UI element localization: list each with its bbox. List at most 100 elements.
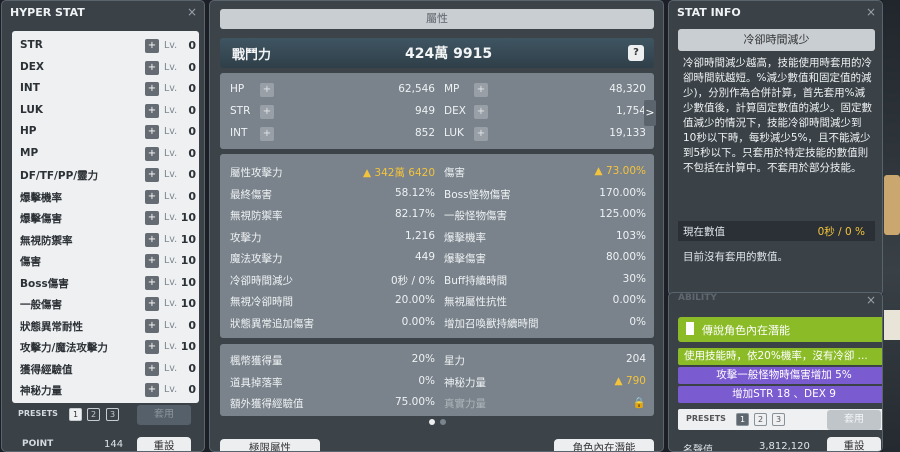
- plus-button[interactable]: +: [145, 275, 159, 290]
- level-label: Lv.: [164, 61, 178, 73]
- help-icon[interactable]: ?: [628, 45, 644, 61]
- plus-button[interactable]: +: [145, 103, 159, 118]
- plus-button[interactable]: +: [145, 189, 159, 204]
- stat-row-right: MP +48,320: [444, 80, 646, 100]
- level-label: Lv.: [164, 319, 178, 331]
- close-icon[interactable]: ×: [866, 293, 876, 307]
- apply-button[interactable]: 套用: [827, 410, 881, 430]
- stat-label: DEX: [444, 105, 466, 117]
- plus-button[interactable]: +: [145, 39, 159, 53]
- stat-label: 傷害: [444, 167, 465, 179]
- stat-value: ▲ 73.00%: [594, 165, 646, 177]
- plus-button[interactable]: +: [145, 60, 159, 75]
- hyper-stat-row: 攻擊力/魔法攻擊力 + Lv. 10: [20, 337, 196, 357]
- stat-row-right: 爆擊機率 103%: [444, 227, 646, 247]
- plus-button[interactable]: +: [145, 211, 159, 225]
- hyper-stat-row: 無視防禦率 + Lv. 10: [20, 230, 196, 250]
- plus-button[interactable]: +: [474, 127, 488, 141]
- stat-value: 103%: [615, 229, 646, 242]
- stat-row-right: DEX +1,754: [444, 102, 646, 122]
- ability-grade-label: 傳說角色內在潛能: [702, 324, 790, 337]
- plus-button[interactable]: +: [145, 146, 159, 161]
- presets-label: PRESETS: [686, 414, 726, 423]
- preset-2-button[interactable]: 2: [87, 408, 100, 421]
- stat-info-panel: STAT INFO × 冷卻時間減少 冷卻時間減少越高，技能使用時套用的冷卻時間…: [668, 0, 883, 296]
- hyper-stat-list: STR + Lv. 0 DEX + Lv. 0 INT + Lv. 0 LUK + L…: [12, 31, 199, 403]
- level-label: Lv.: [164, 384, 178, 395]
- preset-1-button[interactable]: 1: [69, 408, 82, 421]
- inner-ability-button[interactable]: 角色內在潛能: [554, 439, 654, 451]
- plus-button[interactable]: +: [145, 383, 159, 397]
- plus-button[interactable]: +: [145, 232, 159, 247]
- level-value: 0: [188, 189, 196, 203]
- stat-label: 神秘力量: [444, 376, 486, 389]
- hyper-stat-name: 一般傷害: [20, 299, 62, 311]
- level-label: Lv.: [164, 276, 178, 288]
- hyper-stat-row: 獲得經驗值 + Lv. 0: [20, 359, 196, 379]
- hyper-stat-name: MP: [20, 146, 39, 159]
- stat-label: 狀態異常追加傷害: [230, 317, 314, 330]
- plus-button[interactable]: +: [145, 254, 159, 268]
- hyper-stat-name: DEX: [20, 60, 44, 73]
- hyper-stat-name: 爆擊機率: [20, 191, 62, 204]
- stat-label: Buff持續時間: [444, 274, 508, 287]
- hyper-stat-row: 傷害 + Lv. 10: [20, 251, 196, 271]
- stat-value: 1,754: [615, 105, 646, 117]
- stat-row-left: 屬性攻擊力 ▲ 342萬 6420: [230, 162, 435, 182]
- stat-label: 增加召喚獸持續時間: [444, 317, 539, 330]
- plus-button[interactable]: +: [474, 105, 488, 119]
- level-value: 0: [188, 383, 196, 396]
- level-value: 10: [180, 297, 196, 310]
- hyper-stat-panel: HYPER STAT × STR + Lv. 0 DEX + Lv. 0 INT +…: [1, 0, 205, 452]
- stat-value: 19,133: [609, 127, 646, 139]
- plus-button[interactable]: +: [145, 318, 159, 333]
- level-value: 10: [180, 211, 196, 224]
- reset-button[interactable]: 重設: [827, 437, 881, 451]
- expand-arrow-icon[interactable]: >: [644, 100, 656, 126]
- stat-label: 楓幣獲得量: [230, 355, 283, 367]
- level-label: Lv.: [164, 169, 178, 180]
- preset-1-button[interactable]: 1: [736, 413, 749, 426]
- plus-button[interactable]: +: [474, 83, 488, 97]
- level-value: 10: [180, 254, 196, 267]
- plus-button[interactable]: +: [260, 105, 274, 119]
- level-label: Lv.: [164, 212, 178, 223]
- bookmark-icon: [686, 322, 694, 335]
- preset-3-button[interactable]: 3: [772, 413, 785, 426]
- level-value: 0: [188, 146, 196, 160]
- point-value: 144: [104, 439, 124, 450]
- level-value: 0: [188, 82, 196, 95]
- plus-button[interactable]: +: [260, 127, 274, 141]
- close-icon[interactable]: ×: [187, 5, 197, 19]
- preset-2-button[interactable]: 2: [754, 413, 767, 426]
- current-value-label: 現在數值: [683, 226, 725, 238]
- plus-button[interactable]: +: [145, 361, 159, 376]
- reset-button[interactable]: 重設: [137, 437, 191, 451]
- plus-button[interactable]: +: [145, 340, 159, 354]
- close-icon[interactable]: ×: [866, 5, 876, 19]
- stat-value: 0%: [629, 315, 646, 328]
- apply-button[interactable]: 套用: [137, 405, 191, 425]
- hyper-stat-name: LUK: [20, 103, 43, 116]
- plus-button[interactable]: +: [145, 82, 159, 96]
- page-dot-2[interactable]: [440, 419, 446, 425]
- level-value: 0: [188, 125, 196, 138]
- plus-button[interactable]: +: [145, 125, 159, 139]
- stat-label: 額外獲得經驗值: [230, 398, 304, 410]
- base-stat-box: HP +62,546 MP +48,320 STR +949 DEX +1,754 INT +85…: [220, 73, 654, 149]
- level-label: Lv.: [164, 190, 178, 202]
- stat-value: 170.00%: [599, 186, 646, 199]
- hyper-stat-button[interactable]: 極限屬性: [220, 439, 320, 451]
- level-label: Lv.: [164, 298, 178, 309]
- stat-value: 449: [414, 251, 435, 263]
- plus-button[interactable]: +: [260, 83, 274, 97]
- stat-row-right: 傷害 ▲ 73.00%: [444, 162, 646, 182]
- page-dot-1[interactable]: [429, 419, 435, 425]
- preset-3-button[interactable]: 3: [106, 408, 119, 421]
- stat-row-right: 爆擊傷害 80.00%: [444, 248, 646, 268]
- stat-row-left: 狀態異常追加傷害 0.00%: [230, 313, 435, 333]
- stat-row-right: 星力 204: [444, 350, 646, 370]
- plus-button[interactable]: +: [145, 168, 159, 182]
- plus-button[interactable]: +: [145, 297, 159, 311]
- ability-title: ABILITY: [678, 293, 717, 303]
